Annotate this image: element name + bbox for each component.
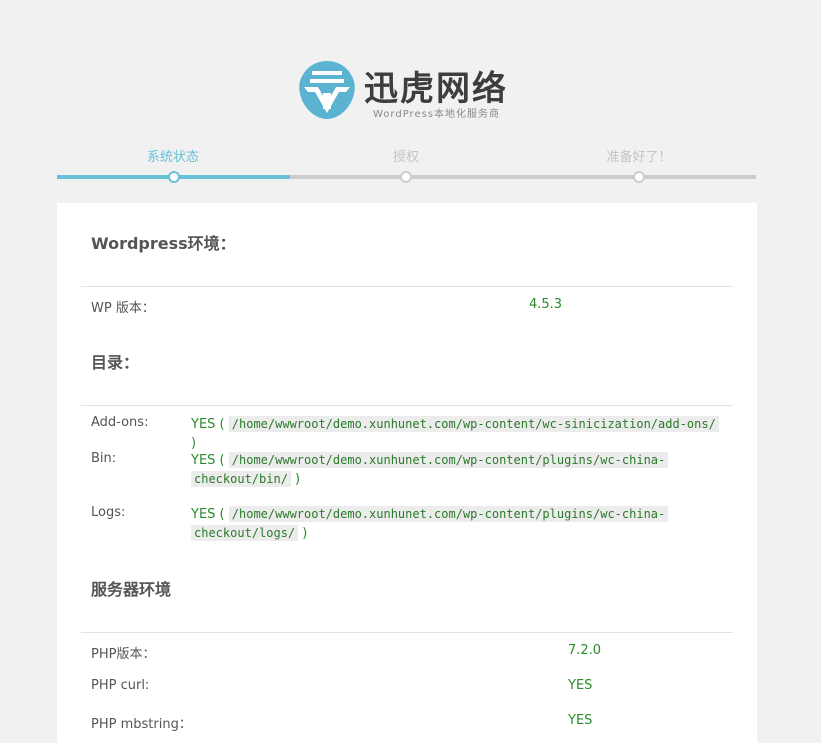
php-version-row: PHP版本： 7.2.0 <box>81 633 733 668</box>
dir-bin-path-line2: checkout/bin/ <box>191 471 291 487</box>
dir-row-logs: Logs: YES ( /home/wwwroot/demo.xunhunet.… <box>81 496 733 550</box>
directories-section: 目录： Add-ons: YES ( /home/wwwroot/demo.xu… <box>81 322 733 550</box>
php-curl-label: PHP curl: <box>91 678 150 693</box>
step-authorize[interactable]: 授权 <box>290 146 522 165</box>
php-mbstring-label: PHP mbstring： <box>91 717 192 732</box>
php-version-value: 7.2.0 <box>568 643 602 658</box>
dir-addons-label: Add-ons: <box>91 415 149 430</box>
wordpress-section: Wordpress环境： WP 版本： 4.5.3 <box>81 203 733 322</box>
dir-logs-value: YES ( /home/wwwroot/demo.xunhunet.com/wp… <box>191 505 721 543</box>
dir-row-bin: Bin: YES ( /home/wwwroot/demo.xunhunet.c… <box>81 442 733 496</box>
php-mbstring-value: YES <box>568 713 593 728</box>
dir-logs-label: Logs: <box>91 505 126 520</box>
php-version-label: PHP版本： <box>91 647 156 662</box>
server-section-title: 服务器环境 <box>81 549 733 633</box>
dir-bin-path-line1: /home/wwwroot/demo.xunhunet.com/wp-conte… <box>228 452 669 468</box>
php-curl-value: YES <box>568 678 593 693</box>
php-mbstring-row: PHP mbstring： YES <box>81 703 733 738</box>
dir-row-addons: Add-ons: YES ( /home/wwwroot/demo.xunhun… <box>81 406 733 451</box>
wp-version-row: WP 版本： 4.5.3 <box>81 287 733 322</box>
dir-bin-status: YES <box>191 453 216 468</box>
dir-logs-path-line2: checkout/logs/ <box>191 525 299 541</box>
brand-subtitle: WordPress本地化服务商 <box>373 109 501 120</box>
step-dot-ready <box>633 171 645 183</box>
brand-logo: 迅虎网络 WordPress本地化服务商 <box>296 59 526 123</box>
dir-addons-path: /home/wwwroot/demo.xunhunet.com/wp-conte… <box>228 416 719 432</box>
setup-steps: 系统状态 授权 准备好了！ <box>57 140 756 186</box>
brand-name: 迅虎网络 <box>364 69 508 109</box>
step-dot-system-status <box>168 171 180 183</box>
wp-version-label: WP 版本： <box>91 301 155 316</box>
dir-bin-label: Bin: <box>91 451 117 466</box>
dir-bin-value: YES ( /home/wwwroot/demo.xunhunet.com/wp… <box>191 451 721 489</box>
step-progress-remaining <box>290 175 756 179</box>
wordpress-section-title: Wordpress环境： <box>81 203 733 287</box>
step-ready[interactable]: 准备好了！ <box>523 146 755 165</box>
dir-logs-status: YES <box>191 507 216 522</box>
system-status-card: Wordpress环境： WP 版本： 4.5.3 目录： Add-ons: Y… <box>57 203 757 743</box>
dir-logs-path-line1: /home/wwwroot/demo.xunhunet.com/wp-conte… <box>228 506 669 522</box>
php-curl-row: PHP curl: YES <box>81 668 733 703</box>
dir-addons-status: YES <box>191 417 216 432</box>
server-section: 服务器环境 PHP版本： 7.2.0 PHP curl: YES PHP mbs… <box>81 549 733 738</box>
directories-section-title: 目录： <box>81 322 733 406</box>
step-system-status[interactable]: 系统状态 <box>57 146 289 165</box>
step-dot-authorize <box>400 171 412 183</box>
wp-version-value: 4.5.3 <box>529 297 563 312</box>
brand-mark-icon <box>299 61 355 119</box>
